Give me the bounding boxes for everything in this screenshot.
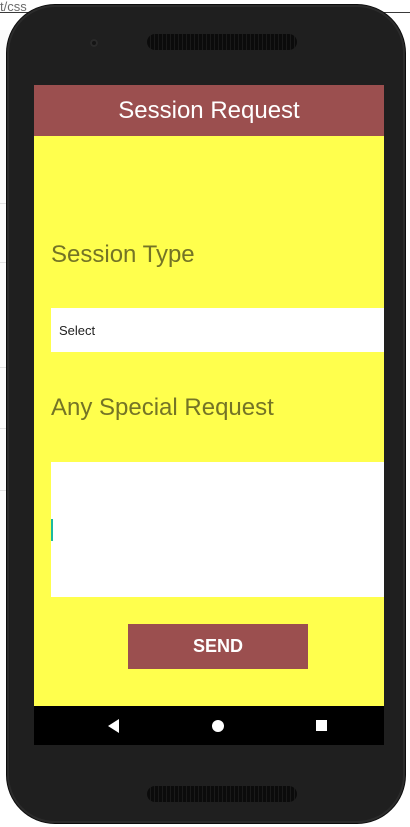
session-type-label: Session Type <box>51 241 195 268</box>
app-bar: Session Request <box>34 85 384 136</box>
session-type-select-value: Select <box>59 322 96 338</box>
speaker-grille-bottom <box>147 786 297 802</box>
send-button[interactable]: SEND <box>128 624 308 669</box>
session-type-select[interactable]: Select <box>51 308 384 352</box>
app-title: Session Request <box>118 96 300 124</box>
phone-frame: Session Request Session Type Select Any … <box>7 5 405 823</box>
speaker-grille-top <box>147 34 297 50</box>
app-screen: Session Request Session Type Select Any … <box>34 85 384 745</box>
recents-icon[interactable] <box>316 720 327 731</box>
special-request-input[interactable] <box>51 462 384 597</box>
home-icon[interactable] <box>212 720 224 732</box>
camera-icon <box>90 39 98 47</box>
back-icon[interactable] <box>108 719 119 733</box>
navigation-bar <box>34 706 384 745</box>
text-cursor <box>51 519 53 541</box>
special-request-label: Any Special Request <box>51 394 274 421</box>
